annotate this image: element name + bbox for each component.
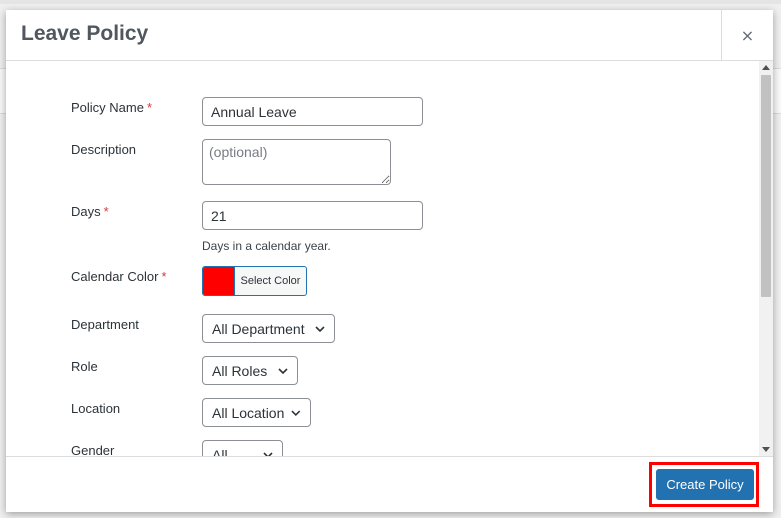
description-field-wrap: [202, 139, 391, 190]
modal-scrollbar[interactable]: [759, 61, 773, 456]
role-selected: All Roles: [212, 362, 268, 379]
create-policy-button[interactable]: Create Policy: [656, 469, 754, 500]
role-label: Role: [71, 359, 98, 374]
policy-name-input[interactable]: [202, 97, 423, 126]
close-icon: ×: [740, 25, 755, 45]
location-label: Location: [71, 401, 121, 416]
required-asterisk: *: [146, 100, 153, 115]
chevron-down-icon: [278, 367, 288, 374]
location-select[interactable]: All Location: [202, 398, 311, 427]
description-label: Description: [71, 142, 137, 157]
gender-select[interactable]: All: [202, 440, 283, 456]
department-label: Department: [71, 317, 139, 332]
gender-field-wrap: All: [202, 440, 283, 456]
gender-label: Gender: [71, 443, 115, 456]
chevron-down-icon: [263, 451, 273, 456]
policy-name-label: Policy Name *: [71, 100, 153, 115]
location-field-wrap: All Location: [202, 398, 311, 427]
modal-footer: Create Policy: [6, 456, 773, 513]
location-selected: All Location: [212, 404, 285, 421]
department-select[interactable]: All Department: [202, 314, 335, 343]
days-field-wrap: [202, 201, 423, 230]
modal-body: Policy Name* Description Days* Days in a…: [6, 61, 773, 456]
description-input[interactable]: [202, 139, 391, 185]
leave-policy-modal: Leave Policy × Policy Name* Description …: [6, 10, 773, 512]
modal-header: Leave Policy ×: [6, 10, 773, 61]
role-field-wrap: All Roles: [202, 356, 298, 385]
select-color-button[interactable]: Select Color: [202, 266, 307, 296]
scroll-thumb[interactable]: [761, 75, 771, 297]
color-swatch: [203, 267, 235, 295]
chevron-down-icon: [315, 325, 325, 332]
department-field-wrap: All Department: [202, 314, 335, 343]
scroll-down-icon[interactable]: [762, 447, 770, 452]
days-hint: Days in a calendar year.: [202, 239, 331, 253]
days-input[interactable]: [202, 201, 423, 230]
calendar-color-label: Calendar Color *: [71, 269, 167, 284]
gender-selected: All: [212, 446, 228, 457]
role-select[interactable]: All Roles: [202, 356, 298, 385]
calendar-color-field-wrap: Select Color: [202, 266, 307, 296]
days-label: Days *: [71, 204, 109, 219]
scroll-up-icon[interactable]: [762, 65, 770, 70]
policy-name-field-wrap: [202, 97, 423, 126]
background-page-top: [0, 0, 781, 4]
close-button[interactable]: ×: [721, 10, 773, 60]
required-asterisk: *: [103, 204, 109, 219]
chevron-down-icon: [291, 410, 301, 416]
required-asterisk: *: [161, 269, 167, 284]
modal-title: Leave Policy: [21, 22, 149, 45]
department-selected: All Department: [212, 320, 305, 337]
select-color-label: Select Color: [240, 275, 301, 287]
